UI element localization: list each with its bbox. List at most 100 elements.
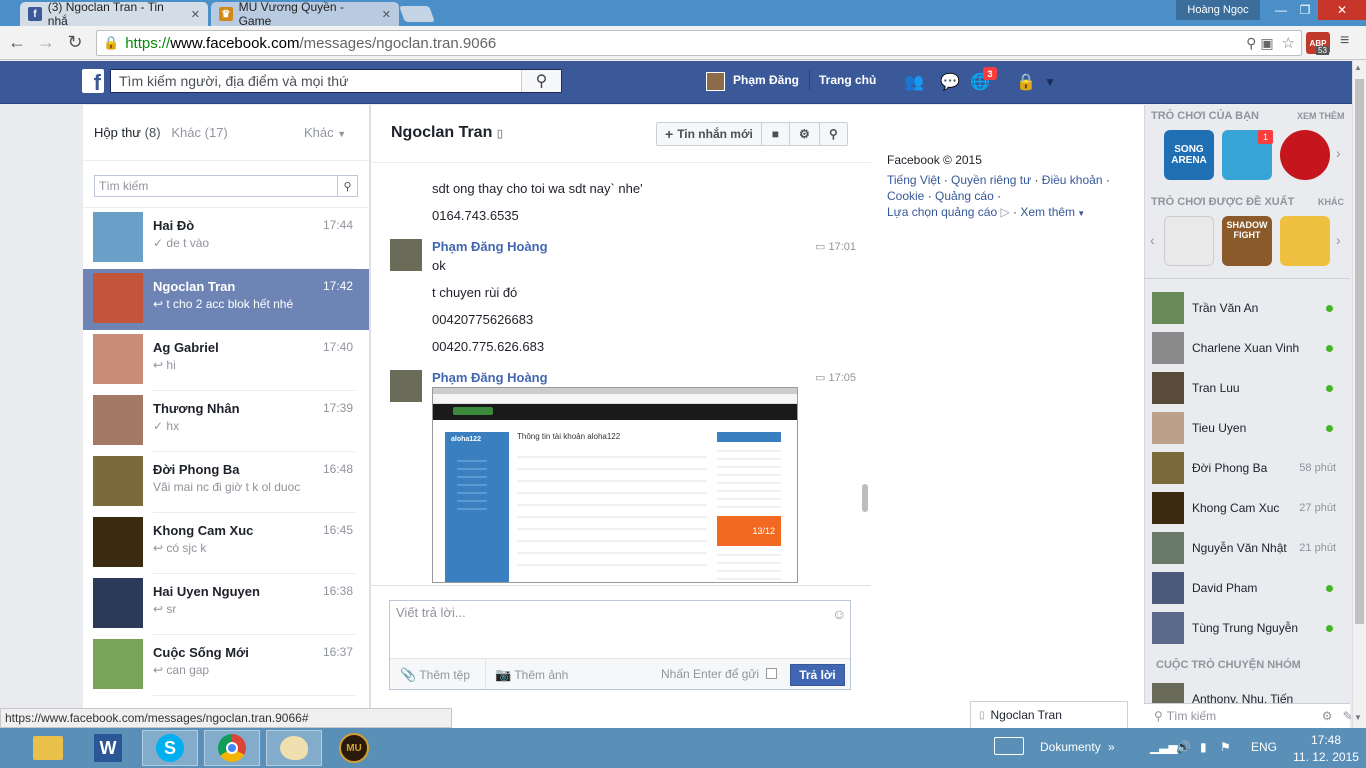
mu-game-icon[interactable]: MU xyxy=(326,730,382,766)
conversation-item[interactable]: Đời Phong Ba 16:48 Vãi mai nc đi giờ t k o… xyxy=(83,452,369,513)
thread-scrollbar[interactable] xyxy=(862,484,868,512)
page-action-icon[interactable]: ⚲ ▣ xyxy=(1246,35,1273,52)
page-scrollbar-thumb[interactable] xyxy=(1355,79,1364,624)
link-privacy[interactable]: Quyền riêng tư xyxy=(951,173,1031,187)
enter-to-send-checkbox[interactable] xyxy=(766,668,777,679)
back-icon[interactable]: ← xyxy=(6,32,28,53)
contact-item[interactable]: Tieu Uyen xyxy=(1144,408,1350,448)
facebook-logo-icon[interactable]: f xyxy=(82,69,104,94)
game-runner-icon[interactable] xyxy=(1164,216,1214,266)
video-call-icon[interactable]: ■ xyxy=(760,123,789,145)
file-explorer-icon[interactable] xyxy=(20,730,76,766)
game-song-arena-icon[interactable]: SONG ARENA xyxy=(1164,130,1214,180)
browser-tab-facebook[interactable]: f (3) Ngoclan Tran - Tin nhắ ✕ xyxy=(20,0,208,28)
address-bar[interactable]: 🔒 https://www.facebook.com/messages/ngoc… xyxy=(96,30,1302,56)
battery-icon[interactable]: ▮ xyxy=(1200,740,1207,754)
conversation-search-input[interactable] xyxy=(95,176,337,196)
chevron-right-icon[interactable]: › xyxy=(1336,145,1341,161)
clock-date[interactable]: 11. 12. 2015 xyxy=(1286,750,1366,764)
clock-time[interactable]: 17:48 xyxy=(1296,733,1356,747)
friend-requests-icon[interactable]: 👥 xyxy=(904,72,924,92)
chat-tab[interactable]: ▯ Ngoclan Tran xyxy=(970,701,1128,728)
game-shadow-fight-icon[interactable]: SHADOW FIGHT xyxy=(1222,216,1272,266)
sender-name[interactable]: Phạm Đăng Hoàng xyxy=(432,370,548,385)
new-message-button[interactable]: + Tin nhắn mới xyxy=(657,123,761,145)
link-cookie[interactable]: Cookie xyxy=(887,189,924,203)
scroll-down-icon[interactable]: ▼ xyxy=(1354,713,1362,722)
language-indicator[interactable]: ENG xyxy=(1251,740,1277,754)
facebook-search-input[interactable] xyxy=(111,70,521,92)
add-file-button[interactable]: 📎 Thêm tệp xyxy=(400,667,470,683)
flag-icon[interactable]: ⚑ xyxy=(1220,740,1231,754)
privacy-shortcuts-icon[interactable]: 🔒 xyxy=(1016,72,1036,92)
conversation-item[interactable]: Thương Nhân 17:39 ✓ hx xyxy=(83,391,369,452)
reload-icon[interactable]: ↻ xyxy=(64,32,86,53)
sender-avatar[interactable] xyxy=(390,239,422,271)
conversation-item[interactable]: Cuộc Sống Mới 16:37 ↩ can gap xyxy=(83,635,369,696)
profile-link[interactable]: Phạm Đăng xyxy=(733,73,799,87)
group-chat-item[interactable]: Anthony, Nhu, Tiến xyxy=(1144,683,1350,703)
scroll-up-icon[interactable]: ▲ xyxy=(1354,63,1362,72)
messages-icon[interactable]: 💬 xyxy=(940,72,960,92)
add-photo-button[interactable]: 📷 Thêm ảnh xyxy=(495,667,568,683)
tray-toolbar-label[interactable]: Dokumenty xyxy=(1040,740,1101,754)
tab-inbox[interactable]: Hộp thư (8) xyxy=(94,125,161,140)
search-icon[interactable]: ⚲ xyxy=(337,176,357,196)
keyboard-icon[interactable] xyxy=(994,737,1024,755)
conversation-item[interactable]: Khong Cam Xuc 16:45 ↩ có sjc k xyxy=(83,513,369,574)
volume-icon[interactable]: 🔊 xyxy=(1176,740,1191,754)
paint-icon[interactable] xyxy=(266,730,322,766)
contact-item[interactable]: Nguyễn Văn Nhật 21 phút xyxy=(1144,528,1350,568)
contact-item[interactable]: Charlene Xuan Vinh xyxy=(1144,328,1350,368)
search-icon[interactable]: ⚲ xyxy=(818,123,847,145)
other-games-link[interactable]: KHÁC xyxy=(1318,197,1344,207)
tab-other[interactable]: Khác (17) xyxy=(171,125,227,140)
forward-icon[interactable]: → xyxy=(35,32,57,53)
link-ads[interactable]: Quảng cáo xyxy=(935,189,994,203)
signal-icon[interactable]: ▁▃▅ xyxy=(1150,740,1178,754)
profile-avatar[interactable] xyxy=(706,72,725,91)
page-scrollbar[interactable] xyxy=(1352,61,1366,728)
tray-chevron-icon[interactable]: » xyxy=(1108,740,1115,754)
close-tab-icon[interactable]: ✕ xyxy=(382,8,391,21)
contact-item[interactable]: Khong Cam Xuc 27 phút xyxy=(1144,488,1350,528)
new-tab-button[interactable] xyxy=(399,6,435,22)
reply-input[interactable] xyxy=(390,601,830,651)
sidebar-search-input[interactable] xyxy=(1166,709,1322,723)
sender-name[interactable]: Phạm Đăng Hoàng xyxy=(432,239,548,254)
conversation-item[interactable]: Ngoclan Tran 17:42 ↩ t cho 2 acc blok hết … xyxy=(83,269,369,330)
word-icon[interactable]: W xyxy=(80,730,136,766)
more-dropdown[interactable]: Khác ▼ xyxy=(304,125,346,140)
conversation-item[interactable]: Hai Đò 17:44 ✓ de t vào xyxy=(83,208,369,269)
close-window-icon[interactable]: ✕ xyxy=(1318,0,1366,20)
link-see-more[interactable]: Xem thêm xyxy=(1020,205,1075,219)
game-gold-miner-icon[interactable] xyxy=(1280,216,1330,266)
chevron-right-icon[interactable]: › xyxy=(1336,232,1341,248)
search-icon[interactable]: ⚲ xyxy=(521,70,561,92)
contact-item[interactable]: David Pham xyxy=(1144,568,1350,608)
skype-icon[interactable]: S xyxy=(142,730,198,766)
account-menu-chevron-icon[interactable]: ▼ xyxy=(1044,75,1056,89)
link-ad-choices[interactable]: Lựa chọn quảng cáo xyxy=(887,205,997,219)
chevron-left-icon[interactable]: ‹ xyxy=(1150,232,1155,248)
contact-item[interactable]: Trần Văn An xyxy=(1144,288,1350,328)
link-language[interactable]: Tiếng Việt xyxy=(887,173,940,187)
conversation-item[interactable]: Hai Uyen Nguyen 16:38 ↩ sr xyxy=(83,574,369,635)
send-reply-button[interactable]: Trả lời xyxy=(790,664,845,686)
sender-avatar[interactable] xyxy=(390,370,422,402)
contact-item[interactable]: Tran Luu xyxy=(1144,368,1350,408)
conversation-item[interactable]: Ag Gabriel 17:40 ↩ hi xyxy=(83,330,369,391)
contact-item[interactable]: Tùng Trung Nguyễn xyxy=(1144,608,1350,648)
see-all-games-link[interactable]: XEM THÊM xyxy=(1297,111,1345,121)
chrome-icon[interactable] xyxy=(204,730,260,766)
browser-tab-mu[interactable]: ♛ MU Vương Quyền - Game ✕ xyxy=(211,0,399,28)
contact-item[interactable]: Đời Phong Ba 58 phút xyxy=(1144,448,1350,488)
home-link[interactable]: Trang chủ xyxy=(819,73,876,87)
close-tab-icon[interactable]: ✕ xyxy=(191,8,200,21)
browser-profile-name[interactable]: Hoàng Ngọc xyxy=(1176,0,1260,20)
bookmark-star-icon[interactable]: ☆ xyxy=(1282,34,1295,52)
menu-icon[interactable]: ≡ xyxy=(1340,32,1349,50)
gear-icon[interactable]: ⚙ xyxy=(1322,709,1333,723)
link-terms[interactable]: Điều khoản xyxy=(1042,173,1103,187)
emoji-icon[interactable]: ☺ xyxy=(832,606,846,622)
